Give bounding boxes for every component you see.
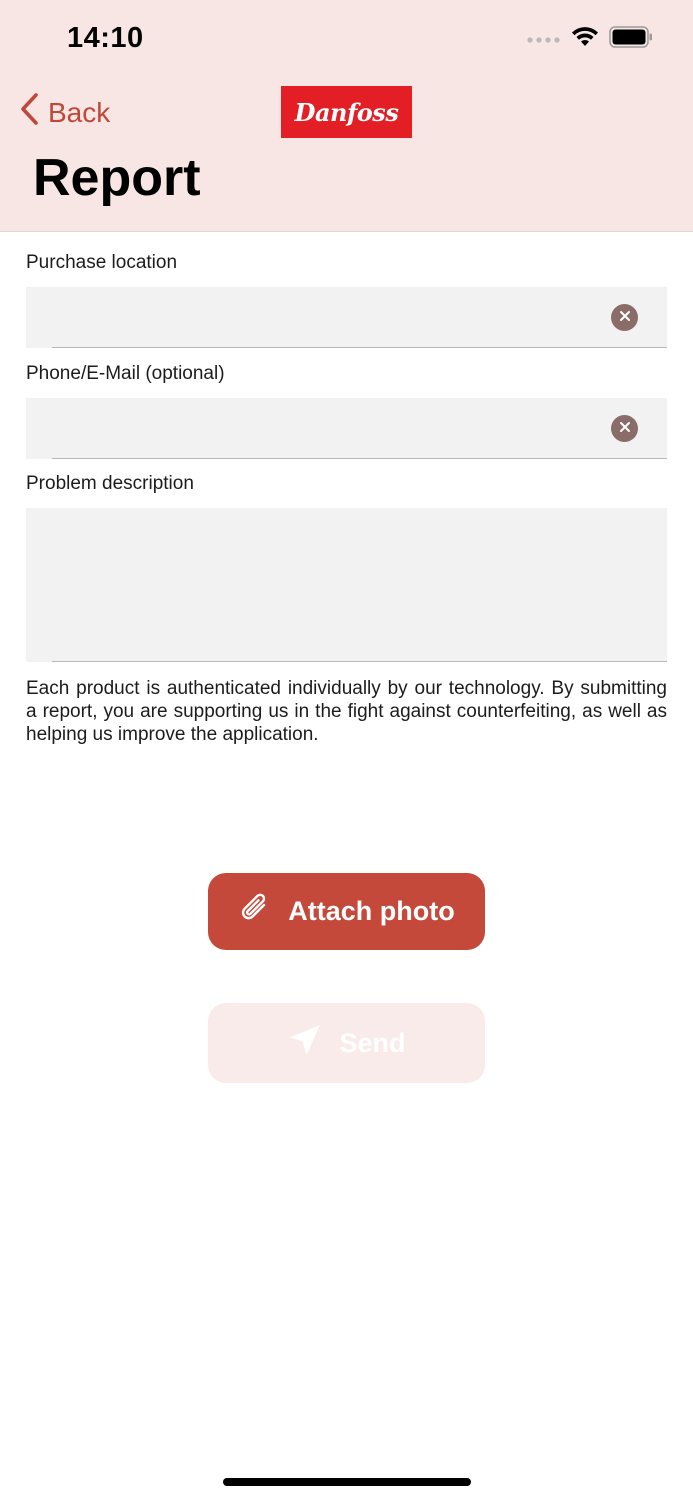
paperclip-icon <box>238 890 272 933</box>
clear-circle-icon <box>619 420 631 438</box>
logo-text: Danfoss <box>294 97 399 127</box>
chevron-left-icon <box>18 92 40 133</box>
home-indicator[interactable] <box>223 1478 471 1486</box>
cellular-signal-icon <box>527 31 561 49</box>
attach-photo-label: Attach photo <box>288 896 455 926</box>
danfoss-logo: Danfoss <box>279 84 414 140</box>
status-icons <box>527 26 653 53</box>
purchase-location-field <box>26 287 667 348</box>
problem-description-input[interactable] <box>40 518 610 648</box>
attach-photo-button[interactable]: Attach photo <box>208 873 485 950</box>
problem-description-field <box>26 508 667 662</box>
paper-plane-icon <box>287 1022 323 1065</box>
wifi-icon <box>571 26 599 53</box>
send-button[interactable]: Send <box>208 1003 485 1083</box>
purchase-location-input[interactable] <box>40 287 610 348</box>
clear-contact-button[interactable] <box>611 415 638 442</box>
header: 14:10 Back Danfoss Report <box>0 0 693 232</box>
send-label: Send <box>339 1027 406 1058</box>
back-label: Back <box>48 96 111 128</box>
page-title: Report <box>33 149 201 207</box>
problem-description-label: Problem description <box>26 473 194 494</box>
clear-purchase-location-button[interactable] <box>611 304 638 331</box>
status-time: 14:10 <box>67 22 144 54</box>
contact-input[interactable] <box>40 398 610 459</box>
contact-label: Phone/E-Mail (optional) <box>26 363 225 384</box>
back-button[interactable]: Back <box>18 92 110 133</box>
contact-field <box>26 398 667 459</box>
report-screen: 14:10 Back Danfoss Report Purchase locat… <box>0 0 693 1500</box>
clear-circle-icon <box>619 309 631 327</box>
disclaimer-text: Each product is authenticated individual… <box>26 678 667 745</box>
battery-icon <box>609 26 653 53</box>
purchase-location-label: Purchase location <box>26 252 178 273</box>
